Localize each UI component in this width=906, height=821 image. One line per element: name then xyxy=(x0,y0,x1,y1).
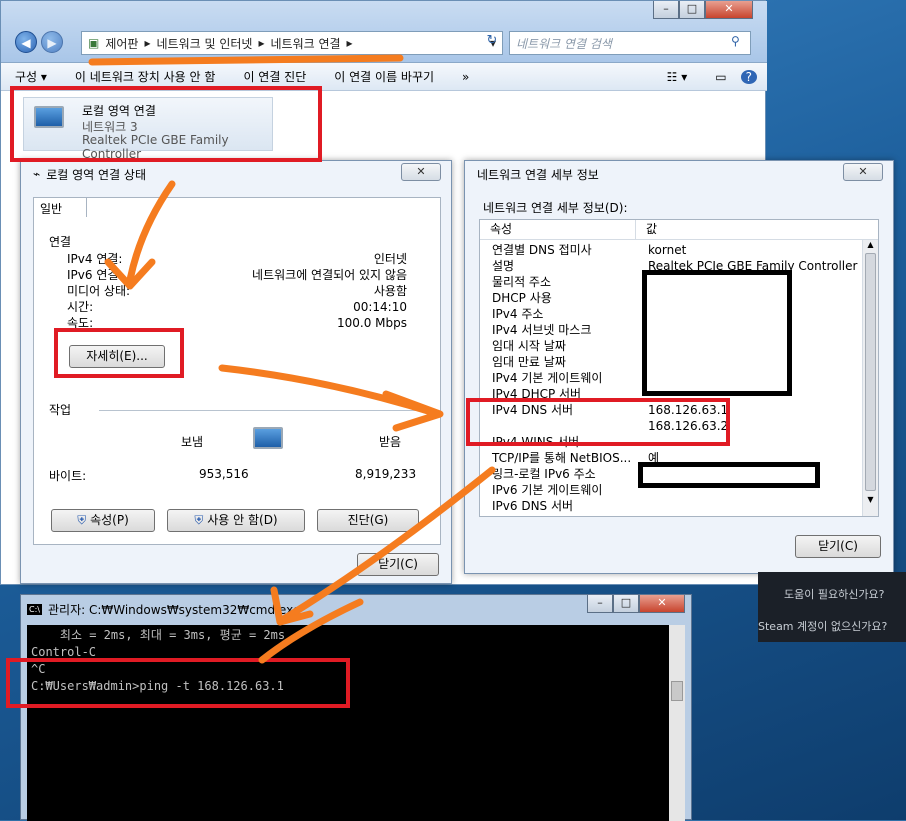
annotation-arrows xyxy=(88,54,496,664)
arrow-head xyxy=(382,390,444,432)
arrow-to-dns xyxy=(218,364,442,418)
breadcrumb-underline-arrow xyxy=(88,54,404,66)
arrow-to-cmd xyxy=(278,466,496,624)
